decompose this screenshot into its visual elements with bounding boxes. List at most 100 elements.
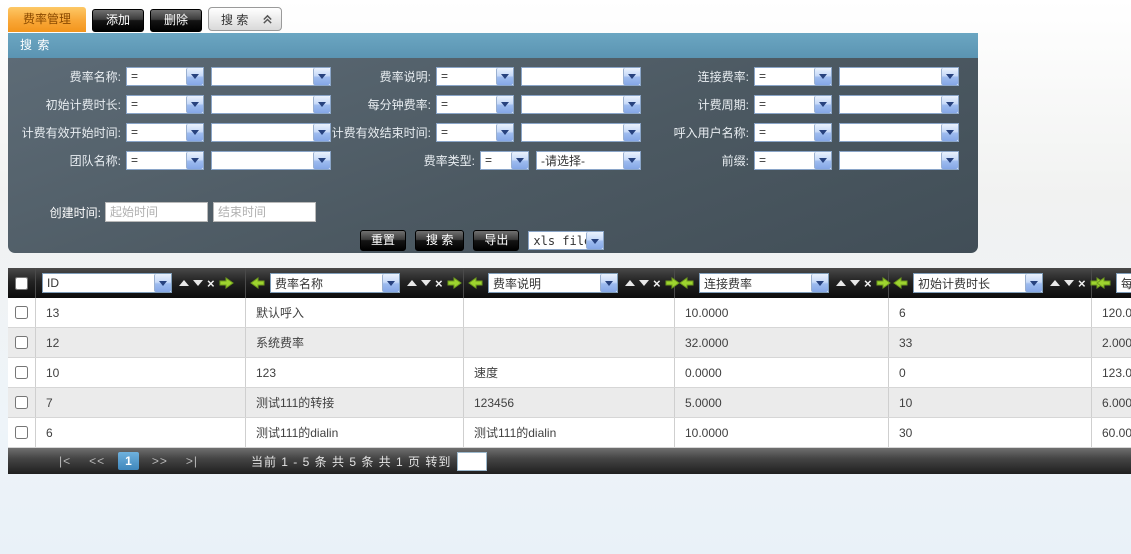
move-column-left-icon[interactable] xyxy=(250,277,265,289)
cell-rate-name: 系统费率 xyxy=(246,328,464,357)
value-select[interactable] xyxy=(211,123,331,142)
value-select[interactable] xyxy=(839,95,959,114)
delete-button[interactable]: 删除 xyxy=(150,9,202,32)
table-row[interactable]: 13 默认呼入 10.0000 6 120.0000 xyxy=(8,298,1131,328)
operator-select[interactable]: = xyxy=(754,151,832,170)
remove-sort-icon[interactable]: × xyxy=(864,277,872,290)
search-fields: 费率名称: = 费率说明: = 连接费率: = 初始计费时长: = xyxy=(8,58,978,170)
column-select[interactable]: ID xyxy=(42,273,172,293)
sort-desc-icon[interactable] xyxy=(639,280,649,286)
sort-asc-icon[interactable] xyxy=(407,280,417,286)
operator-select[interactable]: = xyxy=(436,67,514,86)
search-button[interactable]: 搜 索 xyxy=(415,230,464,251)
operator-select[interactable]: = xyxy=(126,151,204,170)
remove-sort-icon[interactable]: × xyxy=(1078,277,1086,290)
row-checkbox[interactable] xyxy=(15,366,28,379)
tab-rate-management[interactable]: 费率管理 xyxy=(8,7,86,32)
add-button[interactable]: 添加 xyxy=(92,9,144,32)
sort-asc-icon[interactable] xyxy=(179,280,189,286)
sort-desc-icon[interactable] xyxy=(421,280,431,286)
operator-select[interactable]: = xyxy=(754,67,832,86)
prev-page-button[interactable]: << xyxy=(80,454,114,468)
value-select[interactable] xyxy=(839,123,959,142)
row-checkbox[interactable] xyxy=(15,426,28,439)
chevron-down-icon xyxy=(313,96,330,113)
cell-rate-name: 测试111的dialin xyxy=(246,418,464,447)
column-select[interactable]: 连接费率 xyxy=(699,273,829,293)
table-row[interactable]: 10 123 速度 0.0000 0 123.0000 xyxy=(8,358,1131,388)
operator-select[interactable]: = xyxy=(754,123,832,142)
value-select[interactable] xyxy=(521,67,641,86)
table-row[interactable]: 12 系统费率 32.0000 33 2.0000 xyxy=(8,328,1131,358)
table-row[interactable]: 6 测试111的dialin 测试111的dialin 10.0000 30 6… xyxy=(8,418,1131,448)
next-page-button[interactable]: >> xyxy=(143,454,177,468)
move-column-left-icon[interactable] xyxy=(679,277,694,289)
row-checkbox[interactable] xyxy=(15,396,28,409)
value-select[interactable] xyxy=(211,95,331,114)
value-select[interactable] xyxy=(521,95,641,114)
rate-type-select[interactable]: -请选择- xyxy=(536,151,641,170)
row-checkbox[interactable] xyxy=(15,306,28,319)
first-page-button[interactable]: |< xyxy=(50,454,80,468)
operator-select[interactable]: = xyxy=(126,67,204,86)
chevron-down-icon xyxy=(313,152,330,169)
cell-connect-rate: 5.0000 xyxy=(675,388,889,417)
end-time-input[interactable] xyxy=(213,202,316,222)
sort-desc-icon[interactable] xyxy=(1064,280,1074,286)
start-time-input[interactable] xyxy=(105,202,208,222)
column-header-connect-rate: 连接费率 × xyxy=(675,268,889,298)
value-select[interactable] xyxy=(839,67,959,86)
row-checkbox[interactable] xyxy=(15,336,28,349)
cell-initial-duration: 6 xyxy=(889,298,1092,327)
sort-asc-icon[interactable] xyxy=(1050,280,1060,286)
chevron-down-icon xyxy=(623,68,640,85)
value-select[interactable] xyxy=(839,151,959,170)
cell-initial-duration: 0 xyxy=(889,358,1092,387)
reset-button[interactable]: 重置 xyxy=(360,230,406,251)
operator-select[interactable]: = xyxy=(126,123,204,142)
goto-page-input[interactable] xyxy=(457,452,487,471)
table-body: 13 默认呼入 10.0000 6 120.0000 12 系统费率 32.00… xyxy=(8,298,1131,448)
search-toggle-button[interactable]: 搜 索 xyxy=(208,7,282,31)
value-select[interactable] xyxy=(521,123,641,142)
move-column-right-icon[interactable] xyxy=(447,277,462,289)
column-header-rate-name: 费率名称 × xyxy=(246,268,464,298)
cell-rate-desc: 123456 xyxy=(464,388,675,417)
sort-desc-icon[interactable] xyxy=(193,280,203,286)
last-page-button[interactable]: >| xyxy=(177,454,207,468)
operator-select[interactable]: = xyxy=(480,151,529,170)
export-button[interactable]: 导出 xyxy=(473,230,519,251)
sort-asc-icon[interactable] xyxy=(836,280,846,286)
remove-sort-icon[interactable]: × xyxy=(435,277,443,290)
sort-asc-icon[interactable] xyxy=(625,280,635,286)
column-select[interactable]: 初始计费时长 xyxy=(913,273,1043,293)
column-select[interactable]: 费率说明 xyxy=(488,273,618,293)
operator-select[interactable]: = xyxy=(754,95,832,114)
current-page-button[interactable]: 1 xyxy=(118,452,139,470)
select-all-checkbox[interactable] xyxy=(15,277,28,290)
operator-select[interactable]: = xyxy=(436,95,514,114)
move-column-left-icon[interactable] xyxy=(468,277,483,289)
move-column-right-icon[interactable] xyxy=(219,277,234,289)
cell-connect-rate: 10.0000 xyxy=(675,418,889,447)
move-column-left-icon[interactable] xyxy=(1096,277,1111,289)
cell-rate-desc xyxy=(464,328,675,357)
sort-desc-icon[interactable] xyxy=(850,280,860,286)
operator-select[interactable]: = xyxy=(436,123,514,142)
value-select[interactable] xyxy=(211,151,331,170)
cell-initial-duration: 33 xyxy=(889,328,1092,357)
chevron-down-icon xyxy=(814,68,831,85)
move-column-left-icon[interactable] xyxy=(893,277,908,289)
value-select[interactable] xyxy=(211,67,331,86)
operator-select[interactable]: = xyxy=(126,95,204,114)
chevron-down-icon xyxy=(313,68,330,85)
chevron-down-icon xyxy=(814,124,831,141)
remove-sort-icon[interactable]: × xyxy=(207,277,215,290)
column-select[interactable]: 每分钟费率 xyxy=(1116,273,1131,293)
export-format-select[interactable]: xls file xyxy=(528,231,604,250)
table-row[interactable]: 7 测试111的转接 123456 5.0000 10 6.0000 xyxy=(8,388,1131,418)
field-valid-start-time: 计费有效开始时间: = xyxy=(8,122,331,142)
remove-sort-icon[interactable]: × xyxy=(653,277,661,290)
column-select[interactable]: 费率名称 xyxy=(270,273,400,293)
cell-id: 6 xyxy=(36,418,246,447)
